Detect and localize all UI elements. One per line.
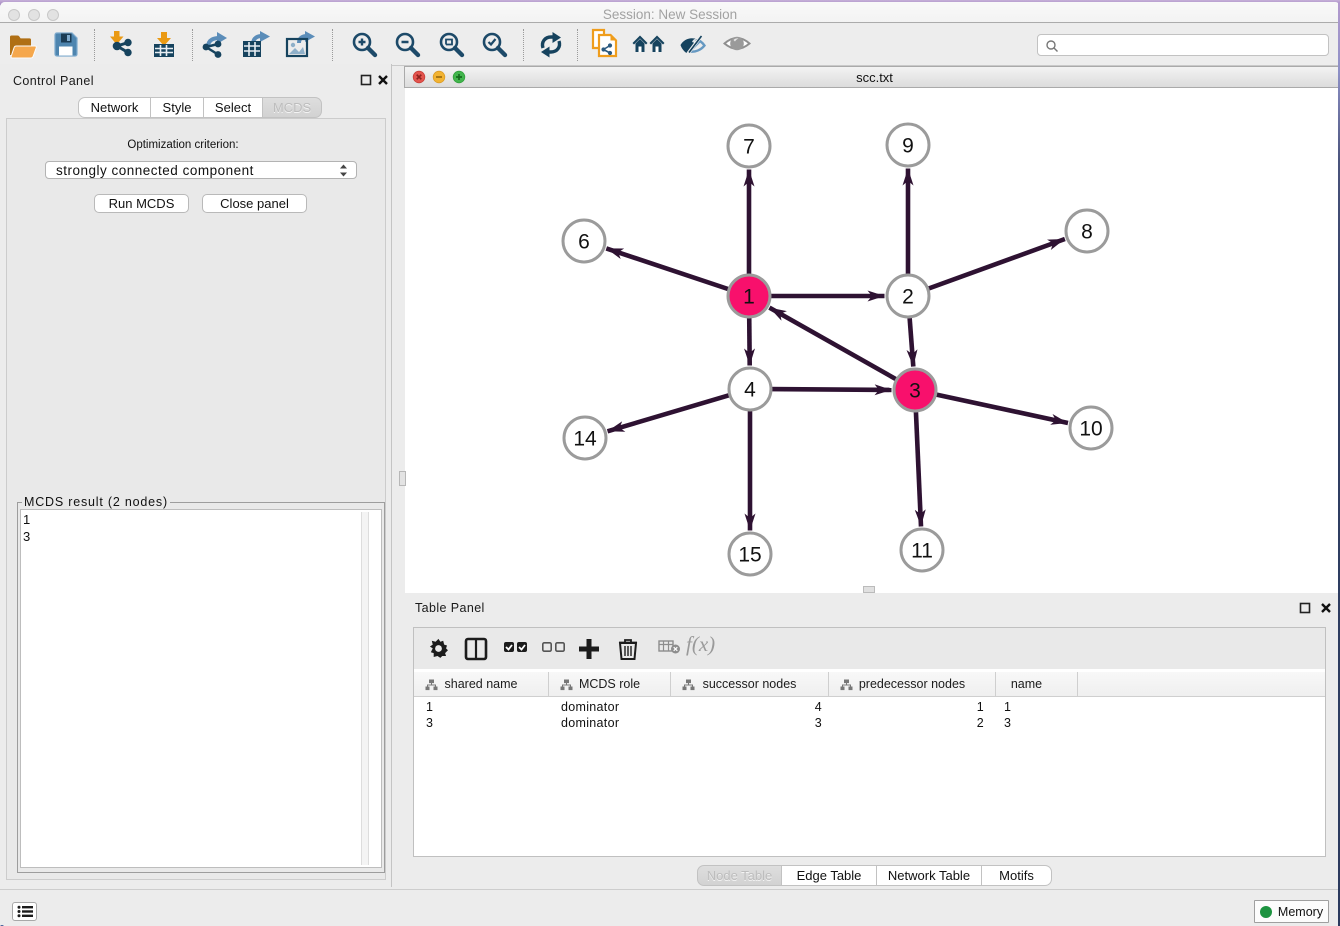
svg-text:14: 14 (573, 428, 597, 451)
svg-text:9: 9 (902, 135, 914, 158)
svg-text:6: 6 (578, 231, 590, 254)
svg-text:8: 8 (1081, 221, 1093, 244)
svg-text:1: 1 (743, 286, 755, 309)
svg-text:11: 11 (911, 540, 933, 563)
svg-text:2: 2 (902, 286, 914, 309)
svg-text:4: 4 (744, 379, 756, 402)
svg-text:10: 10 (1079, 418, 1102, 441)
svg-text:3: 3 (909, 380, 921, 403)
svg-text:15: 15 (738, 544, 761, 567)
svg-text:7: 7 (743, 136, 755, 159)
